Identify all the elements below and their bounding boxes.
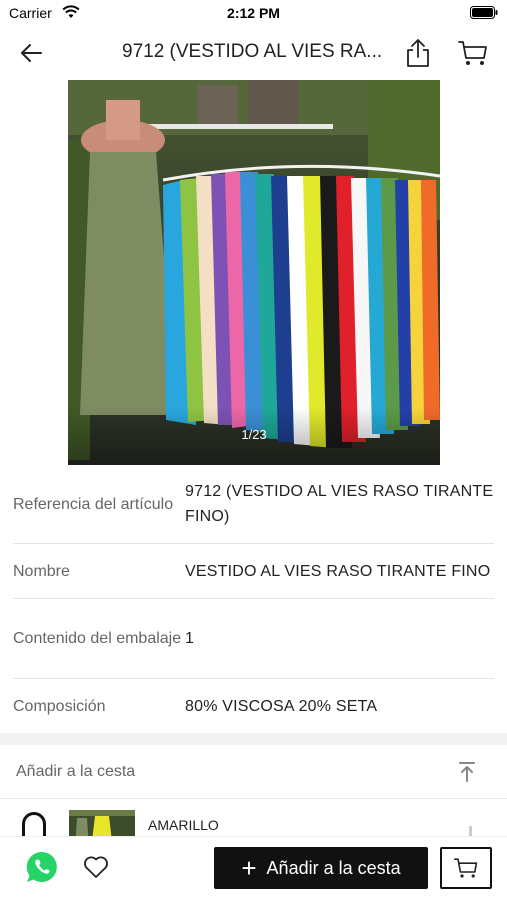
favorite-button[interactable]: [83, 855, 109, 879]
bottom-action-bar: + Añadir a la cesta: [0, 836, 507, 900]
whatsapp-icon: [26, 851, 57, 882]
scroll-to-top-icon[interactable]: [456, 761, 478, 788]
detail-label: Contenido del embalaje: [13, 630, 182, 647]
detail-row-composition: Composición 80% VISCOSA 20% SETA: [13, 679, 494, 733]
product-photo[interactable]: [68, 80, 440, 465]
heart-icon: [84, 856, 108, 878]
detail-label: Composición: [13, 697, 106, 715]
detail-row-name: Nombre VESTIDO AL VIES RASO TIRANTE FINO: [13, 544, 494, 599]
detail-label: Referencia del artículo: [13, 495, 174, 513]
cart-button[interactable]: [440, 847, 492, 889]
add-to-basket-button[interactable]: + Añadir a la cesta: [214, 847, 428, 889]
variant-quantity[interactable]: [22, 812, 46, 836]
whatsapp-button[interactable]: [25, 850, 59, 884]
product-details: Referencia del artículo 9712 (VESTIDO AL…: [0, 465, 507, 733]
variant-row[interactable]: AMARILLO: [0, 800, 507, 836]
arrow-left-icon: [21, 44, 42, 62]
add-to-basket-button-label: Añadir a la cesta: [266, 857, 401, 878]
cart-icon: [454, 858, 478, 878]
share-button[interactable]: [403, 37, 433, 69]
add-to-basket-header: Añadir a la cesta: [0, 745, 507, 799]
status-bar: Carrier 2:12 PM: [0, 0, 507, 26]
share-icon: [407, 39, 429, 67]
page-title: 9712 (VESTIDO AL VIES RA...: [122, 41, 383, 62]
cart-icon: [458, 41, 487, 65]
detail-value: 80% VISCOSA 20% SETA: [185, 697, 378, 715]
photo-counter: 1/23: [241, 427, 267, 442]
section-divider: [0, 733, 507, 745]
product-gallery[interactable]: 1/23: [0, 80, 507, 465]
variant-drag-handle[interactable]: [469, 826, 472, 836]
battery-icon: [470, 6, 498, 19]
back-button[interactable]: [16, 39, 46, 67]
detail-value: VESTIDO AL VIES RASO TIRANTE FINO: [185, 562, 491, 580]
detail-value: 1: [185, 630, 195, 647]
variant-name: AMARILLO: [148, 817, 219, 833]
detail-row-package: Contenido del embalaje 1: [13, 599, 494, 679]
detail-row-reference: Referencia del artículo 9712 (VESTIDO AL…: [13, 465, 494, 544]
navigation-bar: 9712 (VESTIDO AL VIES RA...: [0, 26, 507, 80]
detail-label: Nombre: [13, 562, 70, 580]
cart-button[interactable]: [457, 39, 489, 67]
detail-value: 9712 (VESTIDO AL VIES RASO TIRANTE FINO): [185, 483, 494, 525]
variant-thumbnail: [69, 810, 135, 836]
add-to-basket-label: Añadir a la cesta: [16, 763, 136, 780]
status-time: 2:12 PM: [227, 5, 280, 21]
plus-icon: +: [241, 853, 257, 883]
